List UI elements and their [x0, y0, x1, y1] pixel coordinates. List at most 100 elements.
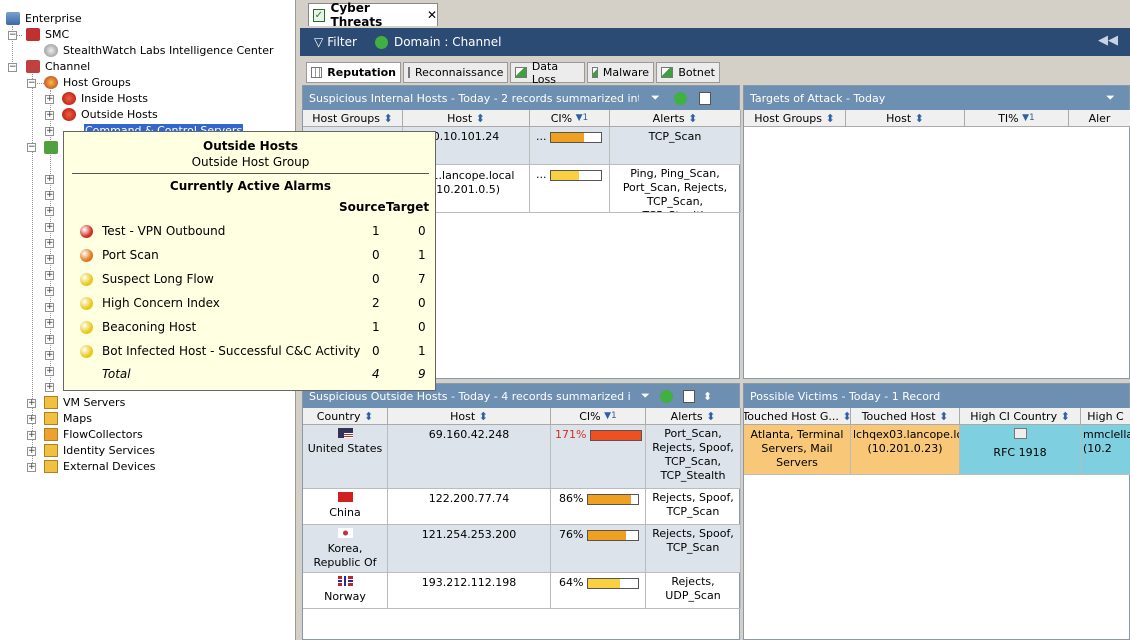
collapse-host-groups[interactable]: −: [27, 79, 36, 88]
sort-icon: ⬍: [706, 409, 716, 423]
expand-child-7[interactable]: +: [45, 271, 54, 280]
col-host[interactable]: Host ⬍: [403, 110, 530, 127]
tab-botnet[interactable]: Botnet: [656, 62, 720, 83]
panel-header: Possible Victims - Today - 1 Record: [744, 384, 1129, 408]
col-country[interactable]: Country ⬍: [303, 408, 388, 425]
col-host-groups[interactable]: Host Groups ⬍: [744, 110, 846, 127]
collapse-channel[interactable]: −: [8, 63, 17, 72]
expand-child-10[interactable]: +: [45, 319, 54, 328]
tooltip-divider: [72, 173, 429, 174]
expand-child-5[interactable]: +: [45, 239, 54, 248]
cell-alerts: Rejects, Spoof, TCP_Scan: [646, 525, 741, 573]
tree-item-host-groups[interactable]: Host Groups: [44, 74, 132, 90]
tree-item-smc[interactable]: SMC: [26, 26, 70, 42]
expand-child-12[interactable]: +: [45, 351, 54, 360]
filter-icon: ▽: [314, 35, 324, 49]
tree-item-outside-hosts[interactable]: Outside Hosts: [62, 106, 159, 122]
tree-item-group-icon[interactable]: [44, 139, 62, 155]
expand-child-8[interactable]: +: [45, 287, 54, 296]
collapse-smc[interactable]: −: [8, 31, 17, 40]
col-touched-host-groups[interactable]: Touched Host G... ⬍: [744, 408, 851, 425]
domain-button[interactable]: Domain : Channel: [394, 35, 502, 49]
cell-ci: 171%: [551, 425, 646, 489]
col-ci[interactable]: CI% ▼1: [530, 110, 610, 127]
collapse-group[interactable]: −: [27, 143, 36, 152]
expand-child-14[interactable]: +: [45, 383, 54, 392]
tab-reconnaissance[interactable]: Reconnaissance: [403, 62, 508, 83]
refresh-icon[interactable]: [673, 91, 687, 105]
expand-vm-servers[interactable]: +: [27, 399, 36, 408]
tree-item-inside-hosts[interactable]: Inside Hosts: [62, 90, 149, 106]
filter-button[interactable]: Filter: [327, 35, 357, 49]
sort-icon: ⬍: [475, 111, 485, 125]
chart-icon: [661, 67, 674, 78]
sort-desc-icon: ▼1: [604, 411, 617, 421]
tree-item-vm-servers[interactable]: VM Servers: [44, 394, 126, 410]
col-high-ci-country[interactable]: High CI Country ⬍: [960, 408, 1081, 425]
tab-cyber-threats[interactable]: ✓ Cyber Threats ✕: [308, 1, 438, 29]
expand-child-6[interactable]: +: [45, 255, 54, 264]
tree-item-channel[interactable]: Channel: [26, 58, 91, 74]
expand-child-13[interactable]: +: [45, 367, 54, 376]
col-ti[interactable]: TI% ▼1: [965, 110, 1069, 127]
expand-outside-hosts[interactable]: +: [45, 111, 54, 120]
cell-country: Norway: [303, 573, 388, 609]
csv-export-icon[interactable]: [698, 91, 711, 105]
expand-child-1[interactable]: +: [45, 175, 54, 184]
col-alerts[interactable]: Alerts ⬍: [610, 110, 741, 127]
expand-child-3[interactable]: +: [45, 207, 54, 216]
col-host[interactable]: Host ⬍: [388, 408, 551, 425]
globe-icon: [44, 43, 58, 57]
expand-flowcollectors[interactable]: +: [27, 431, 36, 440]
expand-inside-hosts[interactable]: +: [45, 95, 54, 104]
ci-bar: [586, 493, 639, 505]
sort-icon: ⬍: [688, 111, 698, 125]
col-high-c[interactable]: High C: [1081, 408, 1130, 425]
tree-item-maps[interactable]: Maps: [44, 410, 93, 426]
tree-item-flowcollectors[interactable]: FlowCollectors: [44, 426, 144, 442]
expand-maps[interactable]: +: [27, 415, 36, 424]
csv-export-icon[interactable]: [682, 389, 695, 403]
cell-host: 69.160.42.248: [388, 425, 551, 489]
expand-child-9[interactable]: +: [45, 303, 54, 312]
col-alerts[interactable]: Alerts ⬍: [646, 408, 741, 425]
alarm-row: High Concern Index 2 0: [64, 293, 437, 313]
cell-ci: ...: [530, 127, 610, 165]
sort-icon[interactable]: ⬍: [703, 390, 712, 403]
toolbar: ▽ Filter Domain : Channel ◀◀: [300, 28, 1130, 56]
tree-item-external-devices[interactable]: External Devices: [44, 458, 157, 474]
group-icon: [44, 140, 58, 154]
tab-reputation[interactable]: Reputation: [306, 62, 401, 83]
refresh-icon[interactable]: [659, 389, 673, 403]
expand-child-11[interactable]: +: [45, 335, 54, 344]
close-icon[interactable]: ✕: [427, 8, 437, 22]
col-host-groups[interactable]: Host Groups ⬍: [303, 110, 403, 127]
expand-cc-servers[interactable]: +: [45, 127, 54, 136]
tree-item-labs[interactable]: StealthWatch Labs Intelligence Center: [44, 42, 275, 58]
cell-alerts: Rejects, UDP_Scan: [646, 573, 741, 609]
tab-data-loss[interactable]: Data Loss: [510, 60, 585, 86]
funnel-icon[interactable]: ⏷: [641, 389, 650, 403]
col-touched-host[interactable]: Touched Host ⬍: [851, 408, 960, 425]
expand-child-4[interactable]: +: [45, 223, 54, 232]
expand-identity-services[interactable]: +: [27, 447, 36, 456]
col-alerts[interactable]: Aler: [1069, 110, 1130, 127]
chart-icon: [592, 67, 598, 78]
folder-icon: [44, 443, 58, 457]
funnel-icon[interactable]: ⏷: [1106, 91, 1115, 105]
expand-child-2[interactable]: +: [45, 191, 54, 200]
expand-external-devices[interactable]: +: [27, 463, 36, 472]
col-ci[interactable]: CI% ▼1: [551, 408, 646, 425]
tree-item-enterprise[interactable]: Enterprise: [6, 10, 83, 26]
alarm-target: 0: [418, 224, 426, 238]
alarm-target: 1: [418, 248, 426, 262]
funnel-icon[interactable]: ⏷: [651, 91, 660, 105]
col-host[interactable]: Host ⬍: [846, 110, 965, 127]
alarm-icon: [80, 272, 93, 286]
rewind-icon[interactable]: ◀◀: [1098, 33, 1118, 48]
tab-malware[interactable]: Malware: [587, 62, 654, 83]
cell-touched-groups: Atlanta, Terminal Servers, Mail Servers: [744, 425, 851, 475]
sort-icon: ⬍: [939, 409, 949, 423]
sort-desc-icon: ▼1: [575, 113, 589, 123]
tree-item-identity-services[interactable]: Identity Services: [44, 442, 156, 458]
